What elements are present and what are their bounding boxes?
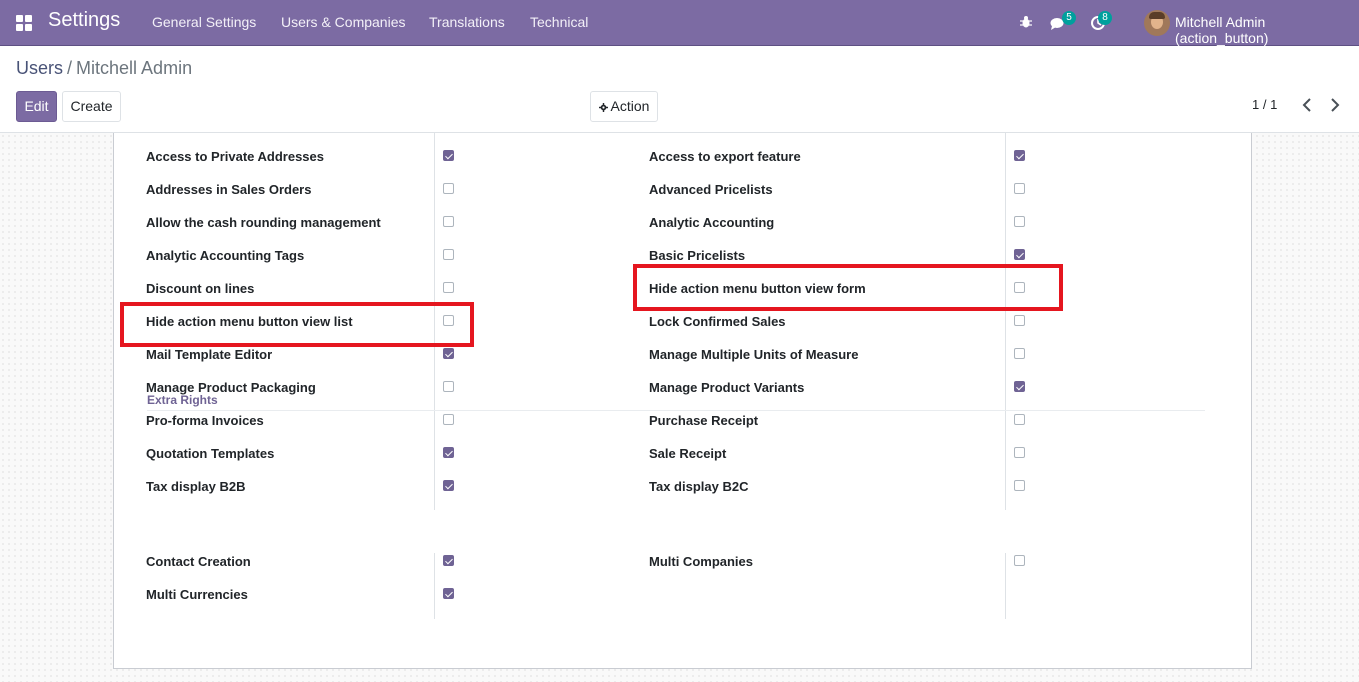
extra-rights-title: Extra Rights [147, 393, 218, 407]
action-button-label: Action [610, 98, 650, 114]
activities-count-badge: 8 [1098, 11, 1112, 25]
menu-translations[interactable]: Translations [429, 14, 505, 30]
right-right-9-checkbox[interactable] [1014, 447, 1025, 458]
right-right-5-checkbox[interactable] [1014, 315, 1025, 326]
app-title[interactable]: Settings [48, 9, 120, 32]
messages-count-badge: 5 [1062, 11, 1076, 25]
right-right-10-checkbox[interactable] [1014, 480, 1025, 491]
highlight-box-view-form [633, 264, 1063, 311]
right-left-4-label: Discount on lines [146, 281, 255, 296]
right-right-7-label: Manage Product Variants [649, 380, 805, 395]
right-left-1-checkbox[interactable] [443, 183, 454, 194]
extra-rights-separator [147, 410, 1205, 411]
control-panel: Users / Mitchell Admin Edit Create Action … [0, 46, 1359, 133]
right-right-1-checkbox[interactable] [1014, 183, 1025, 194]
right-right-2-checkbox[interactable] [1014, 216, 1025, 227]
right-left-8-checkbox[interactable] [443, 414, 454, 425]
right-right-8-checkbox[interactable] [1014, 414, 1025, 425]
breadcrumb-users-link[interactable]: Users [16, 58, 63, 78]
right-left-3-checkbox[interactable] [443, 249, 454, 260]
right-right-8-label: Purchase Receipt [649, 413, 759, 428]
right-left-10-checkbox[interactable] [443, 480, 454, 491]
menu-general-settings[interactable]: General Settings [152, 14, 256, 30]
extra-left-1-label: Multi Currencies [146, 587, 248, 602]
extra-left-0-checkbox[interactable] [443, 555, 454, 566]
right-right-6-label: Manage Multiple Units of Measure [649, 347, 859, 362]
right-left-8-label: Pro-forma Invoices [146, 413, 264, 428]
right-left-0-checkbox[interactable] [443, 150, 454, 161]
right-left-0-label: Access to Private Addresses [146, 149, 325, 164]
right-left-6-label: Mail Template Editor [146, 347, 273, 362]
menu-users-companies[interactable]: Users & Companies [281, 14, 406, 30]
right-right-0-checkbox[interactable] [1014, 150, 1025, 161]
gear-icon [598, 103, 608, 112]
right-left-2-checkbox[interactable] [443, 216, 454, 227]
right-column-divider [1005, 133, 1006, 510]
chevron-left-icon[interactable] [1299, 96, 1315, 114]
right-right-2-label: Analytic Accounting [649, 215, 775, 230]
user-avatar[interactable] [1144, 10, 1170, 36]
right-left-1-label: Addresses in Sales Orders [146, 182, 312, 197]
create-button[interactable]: Create [62, 91, 121, 122]
apps-grid-icon[interactable] [16, 15, 32, 31]
right-right-3-checkbox[interactable] [1014, 249, 1025, 260]
right-left-4-checkbox[interactable] [443, 282, 454, 293]
breadcrumb-separator: / [67, 58, 73, 78]
edit-button[interactable]: Edit [16, 91, 57, 122]
right-right-9-label: Sale Receipt [649, 446, 727, 461]
right-left-2-label: Allow the cash rounding management [146, 215, 381, 230]
right-right-6-checkbox[interactable] [1014, 348, 1025, 359]
highlight-box-view-list [120, 302, 474, 347]
right-right-7-checkbox[interactable] [1014, 381, 1025, 392]
right-left-6-checkbox[interactable] [443, 348, 454, 359]
right-left-3-label: Analytic Accounting Tags [146, 248, 305, 263]
right-left-10-label: Tax display B2B [146, 479, 246, 494]
user-menu[interactable]: Mitchell Admin (action_button) [1175, 14, 1359, 46]
right-left-9-checkbox[interactable] [443, 447, 454, 458]
right-right-10-label: Tax display B2C [649, 479, 749, 494]
pager-value[interactable]: 1 / 1 [1252, 97, 1277, 112]
right-left-7-checkbox[interactable] [443, 381, 454, 392]
right-right-5-label: Lock Confirmed Sales [649, 314, 786, 329]
breadcrumb-current: Mitchell Admin [76, 58, 193, 78]
extra-left-1-checkbox[interactable] [443, 588, 454, 599]
extra-left-0-label: Contact Creation [146, 554, 251, 569]
right-right-0-label: Access to export feature [649, 149, 801, 164]
menu-technical[interactable]: Technical [530, 14, 588, 30]
right-left-7-label: Manage Product Packaging [146, 380, 316, 395]
right-right-3-label: Basic Pricelists [649, 248, 746, 263]
extra-right-0-checkbox[interactable] [1014, 555, 1025, 566]
extra-right-column-divider [1005, 553, 1006, 619]
right-left-9-label: Quotation Templates [146, 446, 275, 461]
breadcrumb: Users / Mitchell Admin [16, 58, 192, 79]
top-navbar: Settings General Settings Users & Compan… [0, 0, 1359, 46]
bug-icon[interactable] [1019, 15, 1033, 29]
right-right-1-label: Advanced Pricelists [649, 182, 773, 197]
extra-left-column-divider [434, 553, 435, 619]
extra-right-0-label: Multi Companies [649, 554, 754, 569]
form-sheet [113, 133, 1252, 669]
action-button[interactable]: Action [590, 91, 658, 122]
chevron-right-icon[interactable] [1327, 96, 1343, 114]
